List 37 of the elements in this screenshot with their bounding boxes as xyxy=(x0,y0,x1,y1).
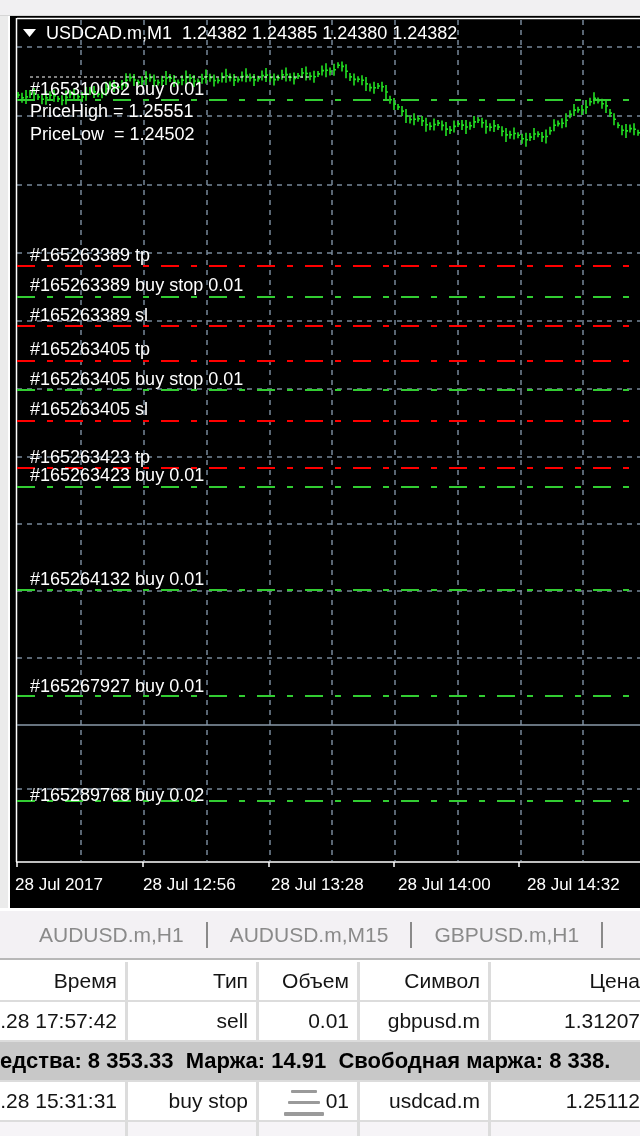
column-header[interactable]: Цена xyxy=(491,962,640,1000)
column-header[interactable]: Символ xyxy=(360,962,488,1000)
table-cell: buy stop xyxy=(128,1082,256,1120)
order-label: #165267927 buy 0.01 xyxy=(30,677,205,695)
drag-handle-icon[interactable] xyxy=(284,1090,324,1116)
time-axis-label: 28 Jul 14:32 xyxy=(527,876,620,894)
order-label: #165264132 buy 0.01 xyxy=(30,570,205,588)
time-axis-label: 28 Jul 2017 xyxy=(15,876,103,894)
table-cell: 0.01 xyxy=(259,1002,357,1040)
table-cell: 1.25112 xyxy=(491,1082,640,1120)
chart-comment: PriceLow = 1.24502 xyxy=(30,125,195,143)
table-cell: .28 17:57:42 xyxy=(0,1002,125,1040)
table-cell: usdcad.m xyxy=(360,1082,488,1120)
chart-title: USDCAD.m,M1 1.24382 1.24385 1.24380 1.24382 xyxy=(46,23,458,43)
column-header[interactable]: Тип xyxy=(128,962,256,1000)
table-cell: gbpusd.m xyxy=(360,1002,488,1040)
order-label: #165263423 tp xyxy=(30,448,151,466)
time-axis-label: 28 Jul 13:28 xyxy=(271,876,364,894)
column-header[interactable]: Объем xyxy=(259,962,357,1000)
order-label: #165263423 buy 0.01 xyxy=(30,466,205,484)
order-label: #165263405 sl xyxy=(30,400,149,418)
chart-comment: PriceHigh = 1.25551 xyxy=(30,102,194,120)
order-label: #165263389 buy stop 0.01 xyxy=(30,276,244,294)
order-label: #165263389 sl xyxy=(30,306,149,324)
caret-down-icon[interactable] xyxy=(23,29,36,37)
account-summary: едства: 8 353.33 Маржа: 14.91 Свободная маржа: 8 338. xyxy=(0,1042,640,1080)
time-axis-label: 28 Jul 12:56 xyxy=(143,876,236,894)
table-cell: .28 15:31:31 xyxy=(0,1082,125,1120)
column-header[interactable]: Время xyxy=(0,962,125,1000)
table-cell: sell xyxy=(128,1002,256,1040)
table-cell: 1.31207 xyxy=(491,1002,640,1040)
table-cell: 01 xyxy=(259,1082,357,1120)
order-label: #165263405 tp xyxy=(30,340,151,358)
time-axis-label: 28 Jul 14:00 xyxy=(398,876,491,894)
order-label: #165263405 buy stop 0.01 xyxy=(30,370,244,388)
order-label: #165289768 buy 0.02 xyxy=(30,786,205,804)
order-label: #165263389 tp xyxy=(30,246,151,264)
